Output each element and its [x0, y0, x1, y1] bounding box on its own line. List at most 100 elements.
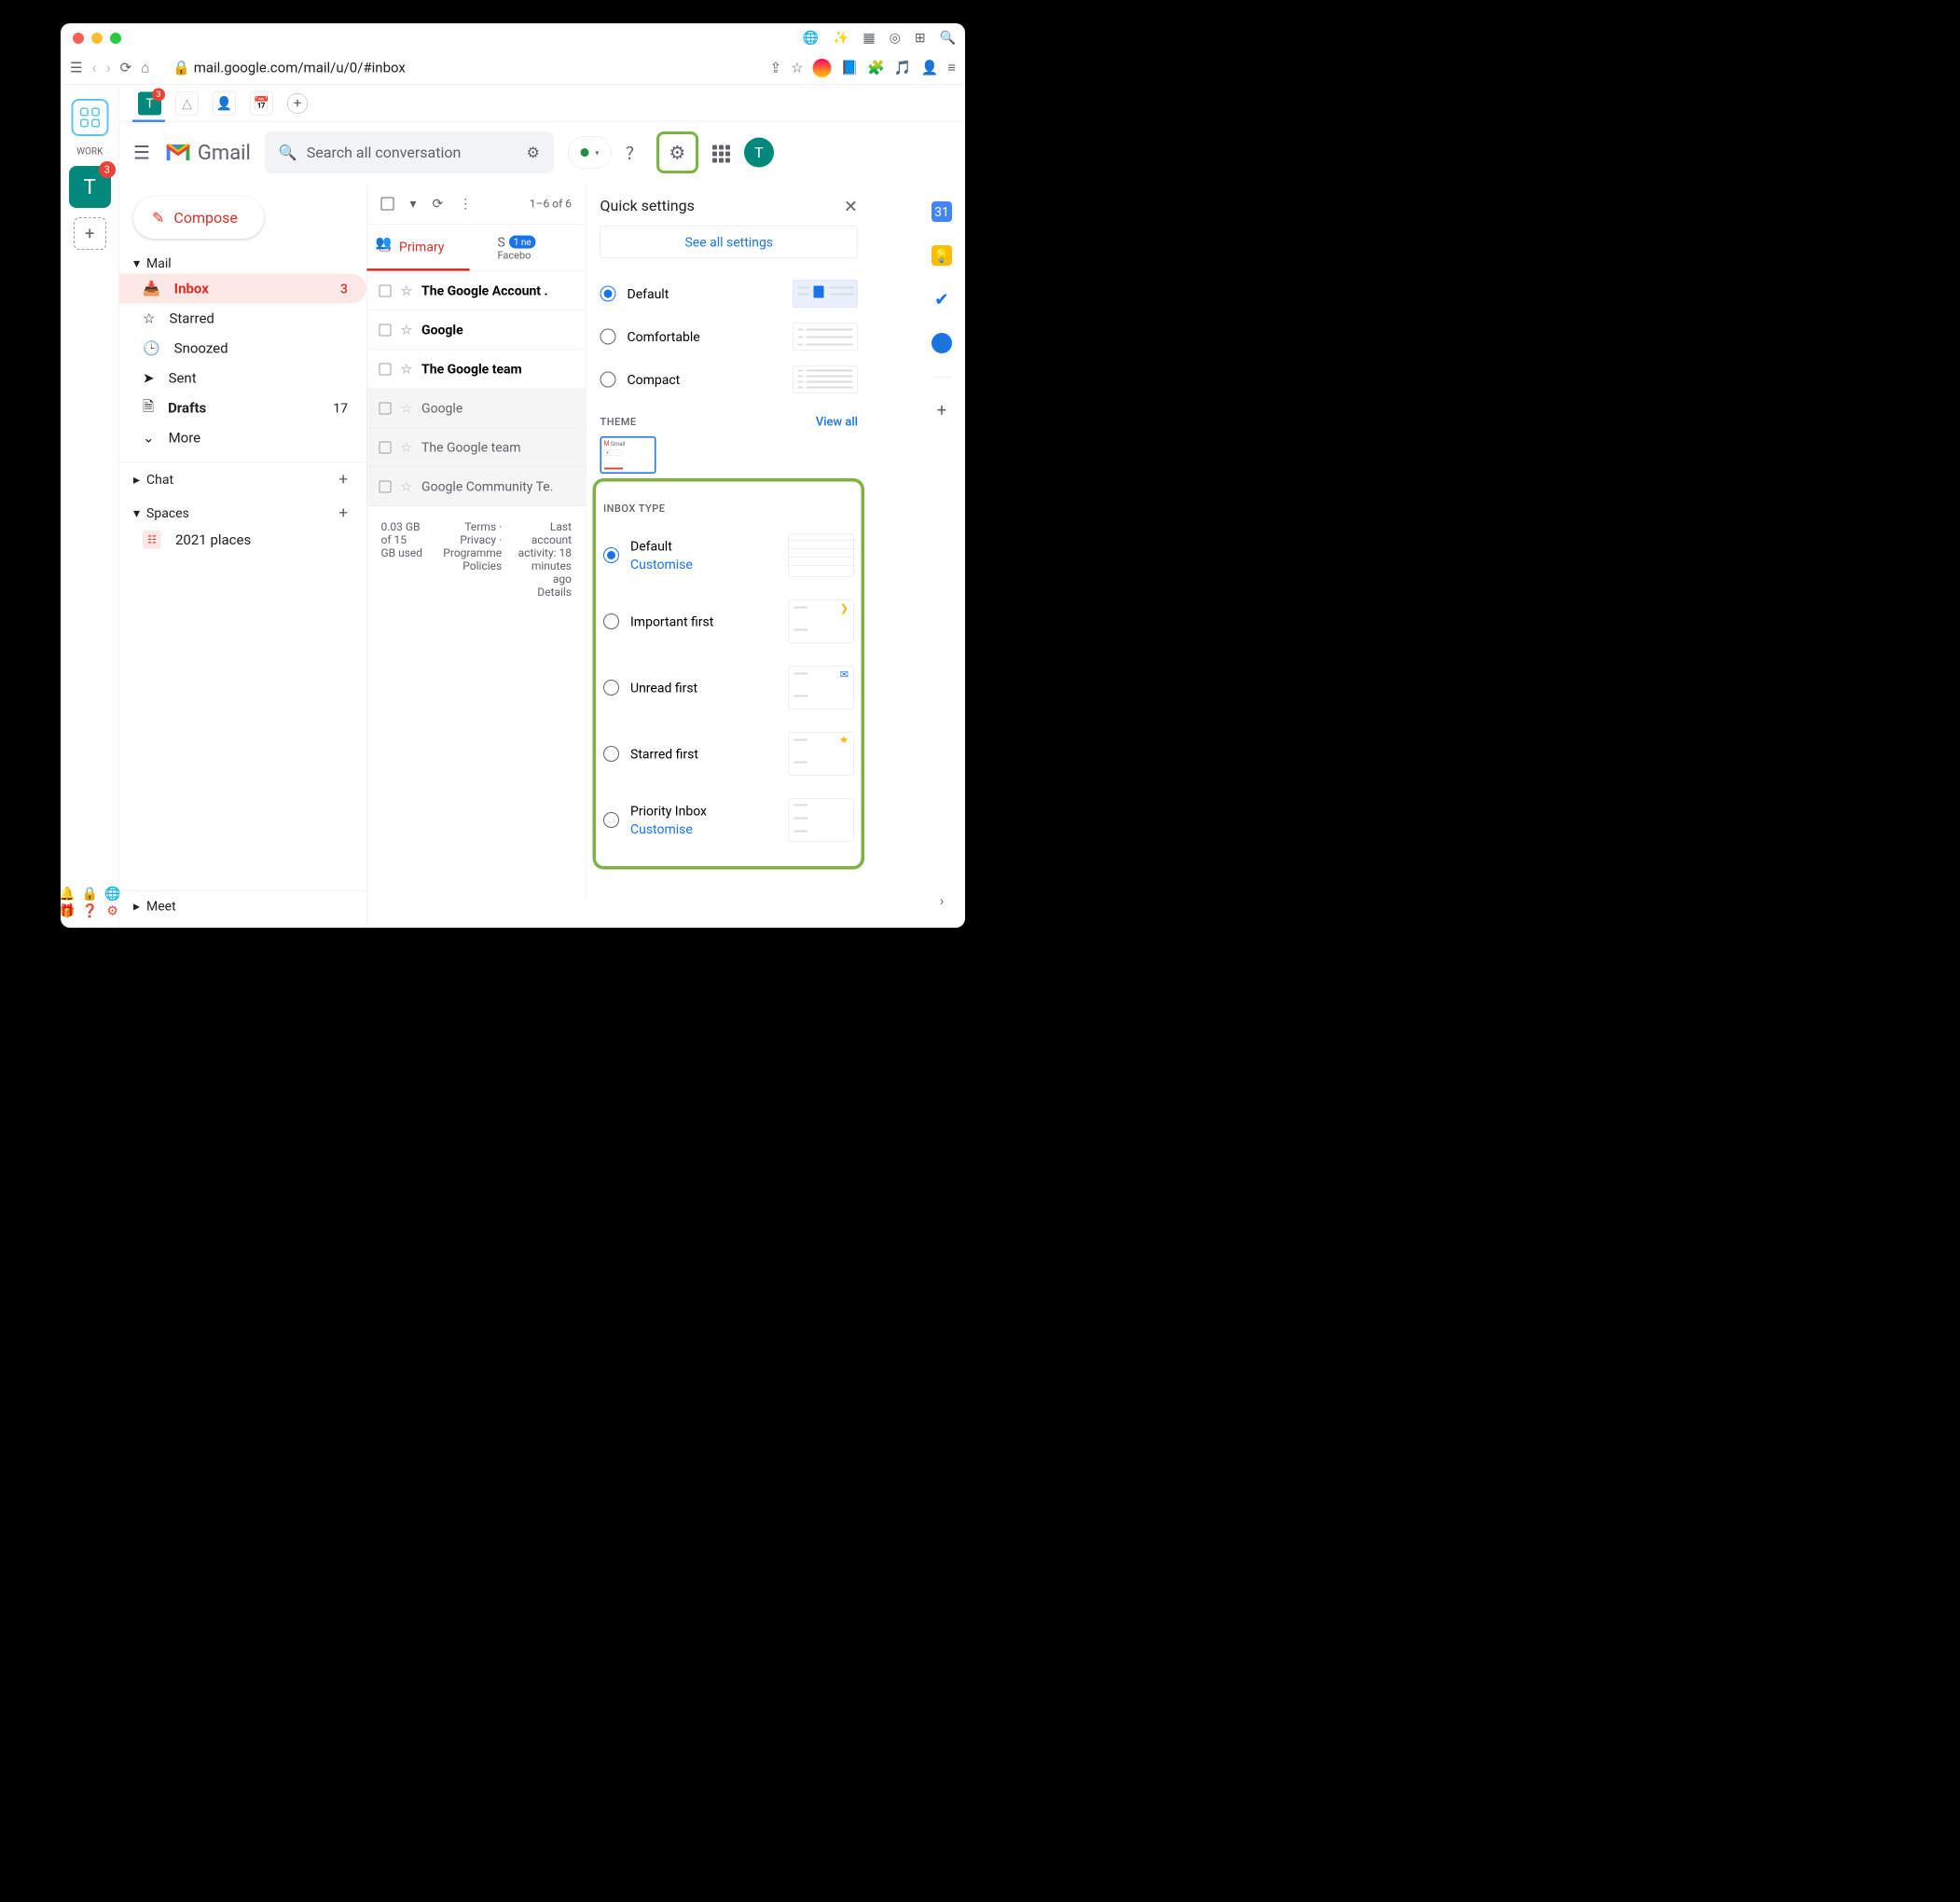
- checkbox[interactable]: [380, 363, 392, 375]
- star-toggle-icon[interactable]: ☆: [401, 479, 413, 495]
- main-menu-icon[interactable]: ☰: [133, 142, 150, 164]
- select-all-checkbox[interactable]: [381, 197, 394, 210]
- star-toggle-icon[interactable]: ☆: [401, 362, 413, 378]
- checkbox[interactable]: [380, 284, 392, 296]
- inbox-default-option[interactable]: DefaultCustomise: [603, 522, 854, 588]
- checkbox[interactable]: [380, 480, 392, 492]
- nav-sent[interactable]: ➤Sent: [119, 364, 366, 393]
- workspace-apps-icon[interactable]: [71, 99, 108, 136]
- reload-icon[interactable]: ⟳: [120, 60, 132, 76]
- contacts-app-icon[interactable]: 👤: [932, 333, 952, 353]
- share-icon[interactable]: ⇪: [770, 60, 782, 76]
- nav-more[interactable]: ⌄More: [119, 423, 366, 453]
- message-row[interactable]: ☆Google: [367, 310, 587, 350]
- see-all-settings-button[interactable]: See all settings: [600, 226, 859, 258]
- compass-icon[interactable]: ◎: [890, 30, 901, 46]
- keep-app-icon[interactable]: 💡: [932, 245, 952, 266]
- add-space-button[interactable]: +: [338, 503, 348, 522]
- calendar-app-icon[interactable]: 31: [932, 201, 952, 222]
- add-addon-button[interactable]: +: [937, 401, 946, 420]
- message-row[interactable]: ☆The Google team: [367, 428, 587, 467]
- add-chat-button[interactable]: +: [338, 470, 348, 489]
- star-toggle-icon[interactable]: ☆: [401, 283, 413, 299]
- docs-icon[interactable]: 📘: [841, 60, 859, 76]
- checkbox[interactable]: [380, 441, 392, 453]
- checkbox[interactable]: [380, 324, 392, 336]
- nav-section-mail[interactable]: ▾Mail: [119, 253, 366, 274]
- theme-thumbnail[interactable]: M Gmail+: [600, 436, 656, 474]
- nav-section-meet[interactable]: ▸Meet: [119, 896, 366, 929]
- expand-panel-icon[interactable]: ›: [940, 893, 945, 910]
- settings-mini-icon[interactable]: ⚙: [106, 903, 118, 919]
- more-menu-icon[interactable]: ⋮: [459, 196, 472, 212]
- star-toggle-icon[interactable]: ☆: [401, 323, 413, 338]
- home-icon[interactable]: ⌂: [141, 60, 149, 76]
- tasks-app-icon[interactable]: ✔: [932, 289, 952, 310]
- message-row[interactable]: ☆Google: [367, 389, 587, 428]
- inbox-unread-option[interactable]: Unread first ✉: [603, 655, 854, 721]
- close-settings-button[interactable]: ✕: [844, 197, 858, 216]
- search-options-icon[interactable]: ⚙: [527, 144, 540, 161]
- settings-button[interactable]: ⚙: [656, 131, 698, 173]
- account-avatar[interactable]: T: [744, 138, 774, 168]
- gift-icon[interactable]: 🎁: [61, 903, 76, 919]
- message-row[interactable]: ☆Google Community Te.: [367, 467, 587, 506]
- globe-mini-icon[interactable]: 🌐: [104, 886, 120, 902]
- star-toggle-icon[interactable]: ☆: [401, 401, 413, 417]
- add-workspace-button[interactable]: +: [74, 217, 106, 250]
- lock-mini-icon[interactable]: 🔒: [82, 886, 98, 902]
- account-icon[interactable]: 👤: [921, 60, 939, 76]
- tab-contacts[interactable]: 👤: [213, 91, 236, 115]
- address-bar[interactable]: 🔒 mail.google.com/mail/u/0/#inbox: [159, 60, 760, 76]
- status-chip[interactable]: ▾: [568, 136, 612, 169]
- music-icon[interactable]: 🎵: [894, 60, 912, 76]
- chrome-menu-icon[interactable]: ≡: [947, 60, 956, 76]
- tab-calendar[interactable]: 📅: [250, 91, 273, 115]
- density-compact-option[interactable]: Compact: [600, 358, 859, 401]
- workspace-profile[interactable]: T3: [69, 166, 111, 208]
- new-tab-button[interactable]: +: [287, 93, 308, 114]
- customise-link[interactable]: Customise: [630, 821, 707, 837]
- tab-drive[interactable]: △: [175, 91, 199, 115]
- density-comfortable-option[interactable]: Comfortable: [600, 315, 859, 358]
- bookmark-icon[interactable]: ☆: [791, 60, 803, 76]
- theme-view-all-link[interactable]: View all: [816, 415, 858, 429]
- nav-drafts[interactable]: 🗎Drafts17: [119, 393, 366, 423]
- magnifier-icon[interactable]: 🔍: [940, 30, 956, 46]
- density-default-option[interactable]: Default: [600, 272, 859, 315]
- star-toggle-icon[interactable]: ☆: [401, 440, 413, 456]
- inbox-priority-option[interactable]: Priority InboxCustomise: [603, 787, 854, 853]
- compose-button[interactable]: ✎Compose: [133, 197, 264, 239]
- profile-chip[interactable]: [813, 59, 832, 77]
- refresh-button[interactable]: ⟳: [433, 196, 444, 212]
- sidebar-toggle-icon[interactable]: ☰: [70, 60, 82, 76]
- details-link[interactable]: Details: [537, 586, 572, 599]
- inbox-important-option[interactable]: Important first ❯: [603, 588, 854, 655]
- nav-back-icon[interactable]: ‹: [91, 59, 96, 77]
- globe-icon[interactable]: 🌐: [803, 30, 819, 46]
- nav-space-item[interactable]: ☷2021 places: [119, 525, 366, 555]
- help-icon[interactable]: ❓: [82, 903, 98, 919]
- nav-section-chat[interactable]: ▸Chat+: [119, 467, 366, 491]
- nav-inbox[interactable]: 📥Inbox3: [119, 274, 366, 304]
- nav-section-spaces[interactable]: ▾Spaces+: [119, 501, 366, 525]
- bell-icon[interactable]: 🔔: [61, 886, 76, 902]
- message-row[interactable]: ☆The Google Account .: [367, 271, 587, 310]
- nav-starred[interactable]: ☆Starred: [119, 304, 366, 334]
- search-input[interactable]: 🔍 Search all conversation ⚙: [265, 131, 554, 173]
- support-icon[interactable]: ？: [626, 141, 642, 165]
- table-icon[interactable]: ▦: [863, 30, 875, 46]
- footer-links[interactable]: Terms · Privacy · Programme Policies: [432, 520, 502, 599]
- extensions-icon[interactable]: 🧩: [867, 60, 885, 76]
- customise-link[interactable]: Customise: [630, 557, 693, 572]
- message-row[interactable]: ☆The Google team: [367, 350, 587, 389]
- apps-icon[interactable]: [712, 143, 730, 163]
- tab-gmail[interactable]: T3: [138, 91, 161, 115]
- wand-icon[interactable]: ✨: [833, 30, 849, 46]
- inbox-starred-option[interactable]: Starred first ★: [603, 721, 854, 787]
- nav-snoozed[interactable]: 🕒Snoozed: [119, 334, 366, 364]
- grid-icon[interactable]: ⊞: [915, 30, 926, 46]
- nav-fwd-icon[interactable]: ›: [106, 59, 111, 77]
- checkbox[interactable]: [380, 402, 392, 414]
- tab-social[interactable]: 👥S 1 ne Facebo: [470, 225, 587, 271]
